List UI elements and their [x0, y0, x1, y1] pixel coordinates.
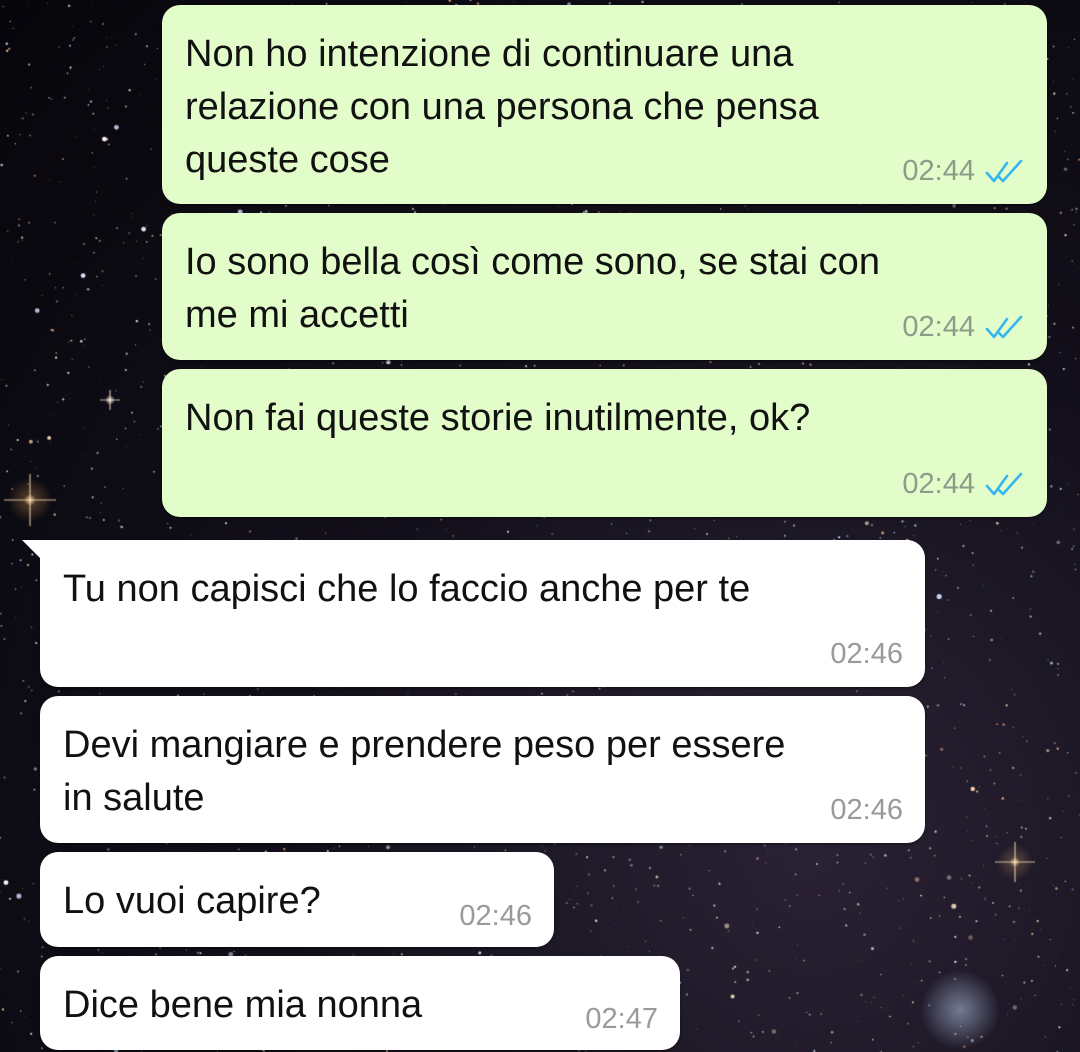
message-text: Io sono bella così come sono, se stai co…	[185, 241, 880, 336]
message-text: Lo vuoi capire?	[63, 880, 321, 922]
message-time: 02:46	[830, 794, 903, 826]
message-text: Tu non capisci che lo faccio anche per t…	[63, 568, 751, 610]
message-meta: 02:44	[902, 311, 1025, 344]
outgoing-message-bubble[interactable]: Non fai queste storie inutilmente, ok? 0…	[162, 369, 1047, 517]
message-meta: 02:46	[830, 638, 903, 671]
double-check-read-icon	[985, 472, 1023, 495]
message-time: 02:46	[459, 900, 532, 932]
message-meta: 02:46	[830, 794, 903, 827]
message-text: Devi mangiare e prendere peso per essere…	[63, 724, 786, 819]
incoming-message-bubble[interactable]: Dice bene mia nonna 02:47	[40, 956, 680, 1050]
incoming-message-bubble[interactable]: Devi mangiare e prendere peso per essere…	[40, 696, 925, 843]
message-time: 02:44	[902, 311, 975, 343]
message-time: 02:46	[830, 638, 903, 670]
message-time: 02:44	[902, 155, 975, 187]
message-text: Non fai queste storie inutilmente, ok?	[185, 397, 811, 439]
double-check-read-icon	[985, 159, 1023, 182]
message-time: 02:47	[585, 1003, 658, 1035]
outgoing-message-bubble[interactable]: Io sono bella così come sono, se stai co…	[162, 213, 1047, 360]
message-meta: 02:44	[902, 155, 1025, 188]
double-check-read-icon	[985, 315, 1023, 338]
message-meta: 02:47	[585, 1003, 658, 1036]
bubble-tail	[22, 540, 44, 562]
incoming-message-bubble[interactable]: Lo vuoi capire? 02:46	[40, 852, 554, 947]
incoming-message-bubble[interactable]: Tu non capisci che lo faccio anche per t…	[22, 540, 925, 687]
message-text: Dice bene mia nonna	[63, 984, 423, 1026]
message-time: 02:44	[902, 468, 975, 500]
message-text: Non ho intenzione di continuare una rela…	[185, 33, 819, 181]
message-meta: 02:44	[902, 468, 1025, 501]
outgoing-message-bubble[interactable]: Non ho intenzione di continuare una rela…	[162, 5, 1047, 204]
message-meta: 02:46	[459, 900, 532, 933]
